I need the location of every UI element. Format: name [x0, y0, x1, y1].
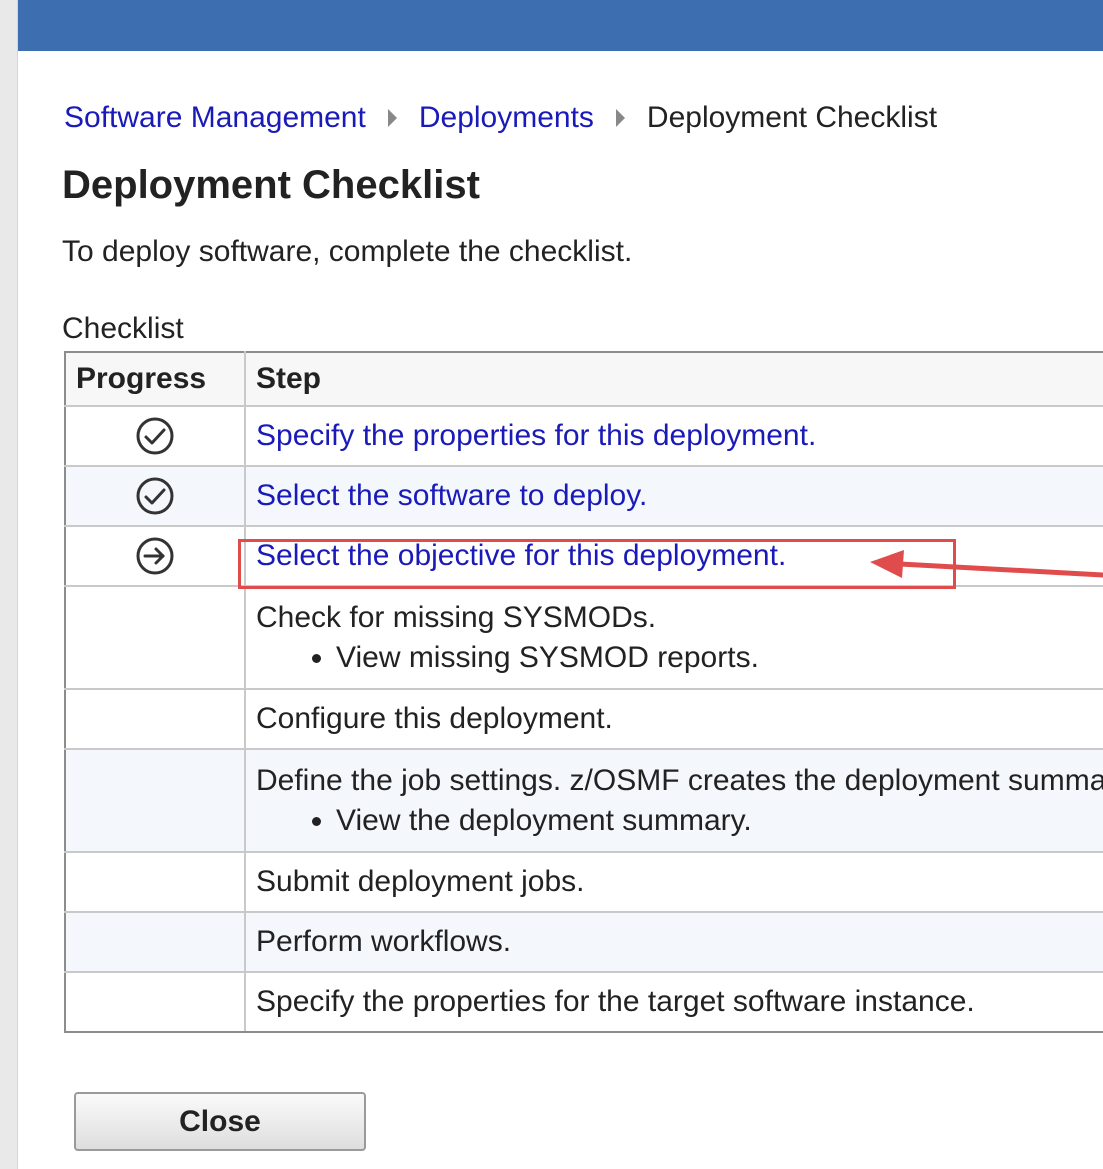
column-header-progress: Progress: [64, 351, 246, 407]
checklist-caption: Checklist: [62, 312, 184, 345]
progress-cell: [64, 585, 246, 690]
table-row: Specify the properties for the target so…: [64, 971, 1103, 1033]
step-text-define-job-settings: Define the job settings. z/OSMF creates …: [256, 763, 1103, 797]
table-row: Configure this deployment.: [64, 688, 1103, 750]
step-text-submit-jobs: Submit deployment jobs.: [256, 865, 585, 898]
window-left-edge: [0, 0, 18, 1169]
step-cell: Specify the properties for this deployme…: [244, 405, 1103, 467]
table-row: Perform workflows.: [64, 911, 1103, 973]
step-cell: Perform workflows.: [244, 911, 1103, 973]
close-button[interactable]: Close: [74, 1092, 366, 1151]
breadcrumb: Software Management Deployments Deployme…: [64, 100, 937, 136]
current-step-icon: [136, 537, 174, 575]
step-link-specify-properties[interactable]: Specify the properties for this deployme…: [256, 419, 816, 452]
step-cell: Specify the properties for the target so…: [244, 971, 1103, 1033]
table-header-row: Progress Step: [64, 351, 1103, 407]
complete-icon: [136, 477, 174, 515]
sub-step-list: View missing SYSMOD reports.: [256, 638, 1093, 678]
complete-icon: [136, 417, 174, 455]
checklist-table: Progress Step Specify the properties for…: [64, 351, 1103, 1033]
step-cell: Select the objective for this deployment…: [244, 525, 1103, 587]
step-text-check-sysmods: Check for missing SYSMODs.: [256, 600, 657, 634]
breadcrumb-software-management[interactable]: Software Management: [64, 101, 366, 135]
table-row: Define the job settings. z/OSMF creates …: [64, 748, 1103, 853]
table-row: Check for missing SYSMODs. View missing …: [64, 585, 1103, 690]
page-intro-text: To deploy software, complete the checkli…: [62, 235, 633, 268]
step-cell: Check for missing SYSMODs. View missing …: [244, 585, 1103, 690]
table-row: Submit deployment jobs.: [64, 851, 1103, 913]
progress-cell: [64, 525, 246, 587]
breadcrumb-separator-icon: [615, 109, 625, 127]
table-row: Select the objective for this deployment…: [64, 525, 1103, 587]
progress-cell: [64, 405, 246, 467]
step-text-configure: Configure this deployment.: [256, 702, 613, 735]
step-cell: Configure this deployment.: [244, 688, 1103, 750]
header-bar: [18, 0, 1103, 51]
step-text-perform-workflows: Perform workflows.: [256, 925, 512, 958]
breadcrumb-deployments[interactable]: Deployments: [419, 101, 594, 135]
table-row: Select the software to deploy.: [64, 465, 1103, 527]
sub-step-view-sysmod-reports: View missing SYSMOD reports.: [336, 638, 1093, 678]
sub-step-list: View the deployment summary.: [256, 801, 1093, 841]
step-link-select-software[interactable]: Select the software to deploy.: [256, 479, 647, 512]
progress-cell: [64, 851, 246, 913]
progress-cell: [64, 911, 246, 973]
step-cell: Submit deployment jobs.: [244, 851, 1103, 913]
breadcrumb-current-page: Deployment Checklist: [646, 101, 938, 134]
sub-step-view-summary: View the deployment summary.: [336, 801, 1093, 841]
step-link-select-objective[interactable]: Select the objective for this deployment…: [256, 539, 786, 572]
table-row: Specify the properties for this deployme…: [64, 405, 1103, 467]
step-cell: Select the software to deploy.: [244, 465, 1103, 527]
progress-cell: [64, 748, 246, 853]
progress-cell: [64, 465, 246, 527]
column-header-step: Step: [244, 351, 1103, 407]
step-cell: Define the job settings. z/OSMF creates …: [244, 748, 1103, 853]
breadcrumb-separator-icon: [387, 109, 397, 127]
progress-cell: [64, 688, 246, 750]
page-title: Deployment Checklist: [62, 163, 480, 207]
progress-cell: [64, 971, 246, 1033]
step-text-target-instance: Specify the properties for the target so…: [256, 985, 975, 1018]
